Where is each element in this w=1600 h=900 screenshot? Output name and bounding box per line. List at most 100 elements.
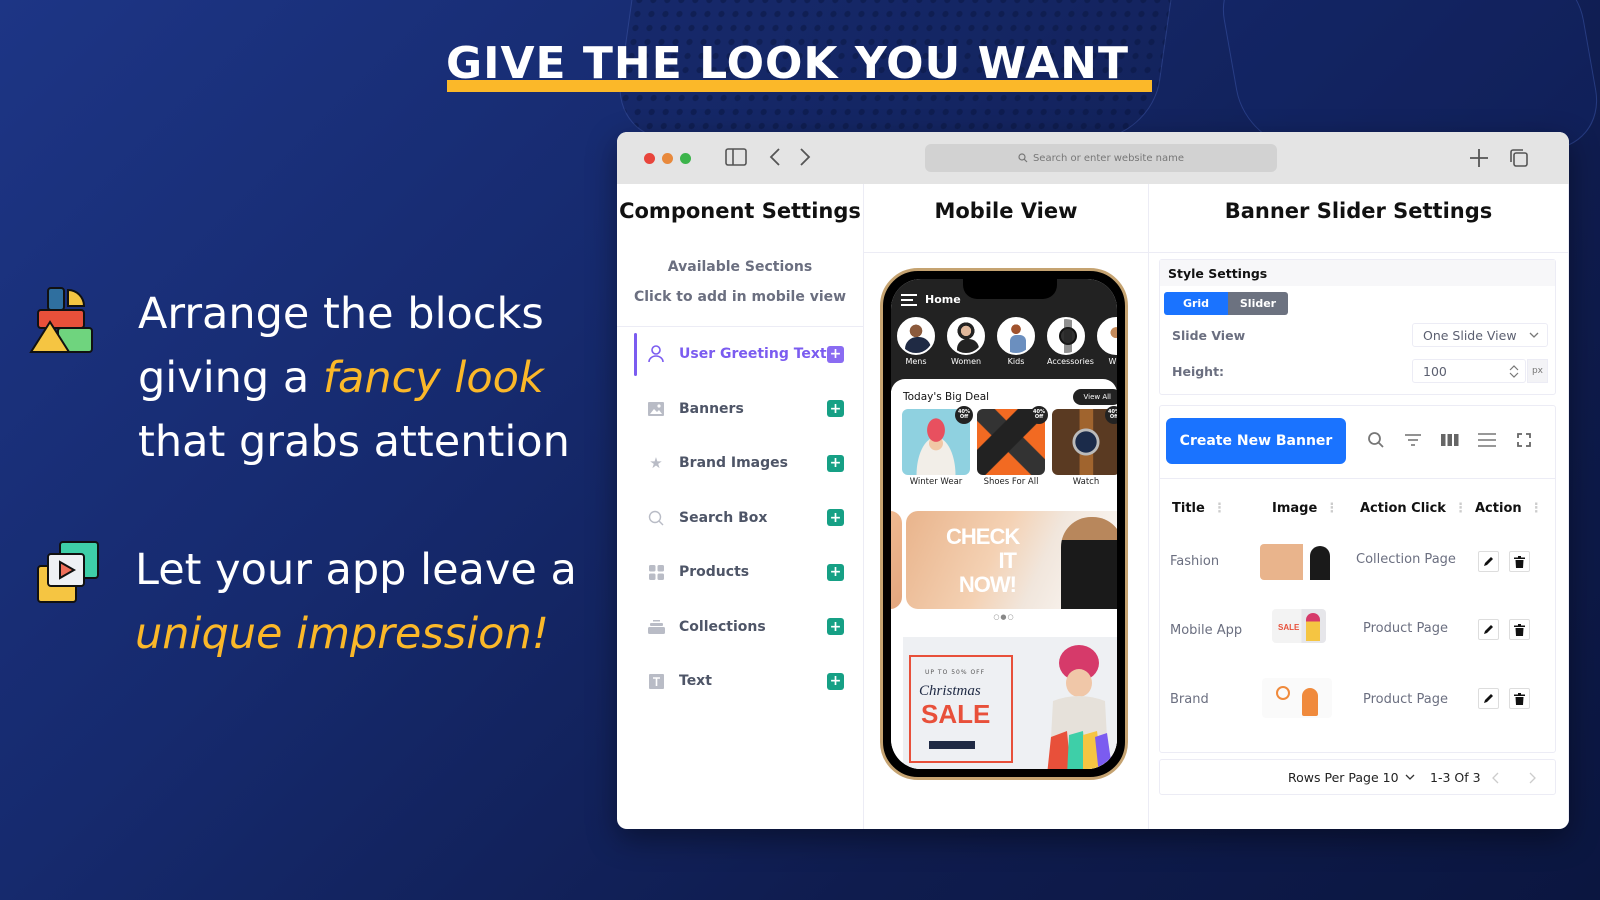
rows-per-page-label: Rows Per Page 10 — [1288, 770, 1399, 785]
table-row: Fashion Collection Page — [1160, 534, 1555, 602]
add-section-button[interactable]: + — [827, 618, 844, 636]
add-section-button[interactable]: + — [827, 672, 844, 690]
create-new-banner-button[interactable]: Create New Banner — [1166, 418, 1346, 464]
row-action-click: Product Page — [1363, 621, 1448, 636]
deal-card[interactable]: 40% Off Watch — [1052, 406, 1117, 487]
edit-button[interactable] — [1478, 688, 1499, 709]
app-title: Home — [925, 293, 961, 306]
filter-icon[interactable] — [1401, 428, 1424, 451]
add-section-button[interactable]: + — [827, 563, 844, 581]
search-icon — [647, 509, 665, 527]
category-item[interactable]: Accessories — [1047, 317, 1094, 366]
stack-icon — [647, 618, 665, 636]
stepper-icon[interactable] — [1509, 364, 1519, 379]
delete-button[interactable] — [1509, 688, 1530, 709]
section-item-brand-images[interactable]: ★ Brand Images + — [617, 436, 863, 491]
divider — [864, 252, 1148, 253]
column-menu-icon[interactable]: ⋮ — [1530, 501, 1543, 516]
hamburger-menu-icon[interactable] — [901, 293, 917, 306]
discount-badge: 40% Off — [1030, 406, 1048, 424]
slider-toggle-button[interactable]: Slider — [1228, 292, 1288, 315]
back-icon[interactable] — [769, 147, 781, 171]
section-item-search-box[interactable]: Search Box + — [617, 491, 863, 546]
address-bar[interactable]: Search or enter website name — [925, 144, 1277, 172]
search-icon[interactable] — [1364, 428, 1387, 451]
grid-toggle-button[interactable]: Grid — [1164, 292, 1228, 315]
column-menu-icon[interactable]: ⋮ — [1213, 501, 1226, 516]
header-label: Title — [1172, 501, 1205, 516]
decor-hexagon — [1213, 0, 1600, 150]
media-layers-icon — [36, 540, 102, 608]
table-row: Brand Product Page — [1160, 672, 1555, 740]
add-section-button[interactable]: + — [827, 454, 844, 472]
slide-view-select[interactable]: One Slide View — [1412, 323, 1548, 347]
height-input[interactable]: 100 — [1412, 359, 1526, 383]
fullscreen-icon[interactable] — [1512, 428, 1535, 451]
column-header-action-click[interactable]: Action Click ⋮ — [1360, 501, 1467, 516]
banner-slide-prev — [891, 511, 902, 609]
view-toggle: Grid Slider — [1164, 292, 1288, 315]
deal-card[interactable]: 40% Off Winter Wear — [902, 406, 973, 487]
app-header: Home Mens Women Kids Accessories Win — [891, 279, 1117, 391]
edit-button[interactable] — [1478, 619, 1499, 640]
banner-slider[interactable]: CHECK IT NOW! — [891, 511, 1117, 609]
column-menu-icon[interactable]: ⋮ — [1325, 501, 1338, 516]
column-header-action[interactable]: Action ⋮ — [1475, 501, 1543, 516]
section-item-user-greeting-text[interactable]: User Greeting Text + — [617, 327, 863, 382]
new-tab-icon[interactable] — [1469, 148, 1489, 172]
row-title: Fashion — [1170, 554, 1220, 569]
pencil-icon — [1484, 694, 1493, 703]
section-item-products[interactable]: Products + — [617, 545, 863, 600]
column-header-title[interactable]: Title ⋮ — [1172, 501, 1226, 516]
add-section-button[interactable]: + — [827, 400, 844, 418]
previous-page-icon[interactable] — [1492, 772, 1500, 784]
column-menu-icon[interactable]: ⋮ — [1454, 501, 1467, 516]
deal-card[interactable]: 40% Off Shoes For All — [977, 406, 1048, 487]
phone-notch — [963, 279, 1057, 299]
browser-window: Search or enter website name Component S… — [617, 132, 1569, 829]
forward-icon[interactable] — [799, 147, 811, 171]
rows-per-page-select[interactable]: Rows Per Page 10 — [1288, 770, 1415, 785]
density-icon[interactable] — [1475, 428, 1498, 451]
category-label: Women — [950, 357, 982, 366]
feature-arrange-blocks: Arrange the blocks giving a fancy look t… — [138, 282, 570, 474]
delete-button[interactable] — [1509, 619, 1530, 640]
category-row: Mens Women Kids Accessories Win — [897, 317, 1117, 366]
next-page-icon[interactable] — [1528, 772, 1536, 784]
section-item-banners[interactable]: Banners + — [617, 382, 863, 437]
header-label: Action Click — [1360, 501, 1446, 516]
tabs-overview-icon[interactable] — [1509, 148, 1529, 172]
slider-pagination-dots[interactable]: ○●○ — [891, 613, 1117, 621]
mobile-view-panel: Mobile View Home Mens Women Kids Accesso… — [864, 184, 1149, 829]
deal-image: 40% Off — [977, 406, 1048, 475]
pencil-icon — [1484, 625, 1493, 634]
category-item[interactable]: Mens — [897, 317, 935, 366]
columns-icon[interactable] — [1438, 428, 1461, 451]
section-item-text[interactable]: Text + — [617, 654, 863, 709]
trash-icon — [1514, 692, 1525, 705]
header-label: Action — [1475, 501, 1522, 516]
banner-text: UP TO 50% OFF — [925, 669, 986, 676]
row-action-click: Product Page — [1363, 692, 1448, 707]
sidebar-toggle-icon[interactable] — [725, 148, 747, 170]
row-title: Mobile App — [1170, 623, 1243, 638]
close-window-button[interactable] — [644, 153, 655, 164]
add-section-button[interactable]: + — [827, 345, 844, 363]
column-header-image[interactable]: Image ⋮ — [1272, 501, 1338, 516]
section-item-collections[interactable]: Collections + — [617, 600, 863, 655]
category-item[interactable]: Kids — [997, 317, 1035, 366]
phone-screen: Home Mens Women Kids Accessories Win Tod… — [891, 279, 1117, 769]
add-section-button[interactable]: + — [827, 509, 844, 527]
category-item[interactable]: Women — [947, 317, 985, 366]
christmas-banner[interactable]: UP TO 50% OFF Christmas SALE — [903, 637, 1117, 769]
edit-button[interactable] — [1478, 551, 1499, 572]
delete-button[interactable] — [1509, 551, 1530, 572]
minimize-window-button[interactable] — [662, 153, 673, 164]
maximize-window-button[interactable] — [680, 153, 691, 164]
address-placeholder: Search or enter website name — [1032, 152, 1185, 164]
view-all-button[interactable]: View All — [1073, 389, 1117, 405]
category-item[interactable]: Win — [1097, 317, 1117, 366]
divider — [1149, 252, 1568, 253]
app-body: Today's Big Deal View All 40% Off Winter… — [891, 379, 1117, 769]
app-title-bar: Home — [901, 293, 961, 306]
